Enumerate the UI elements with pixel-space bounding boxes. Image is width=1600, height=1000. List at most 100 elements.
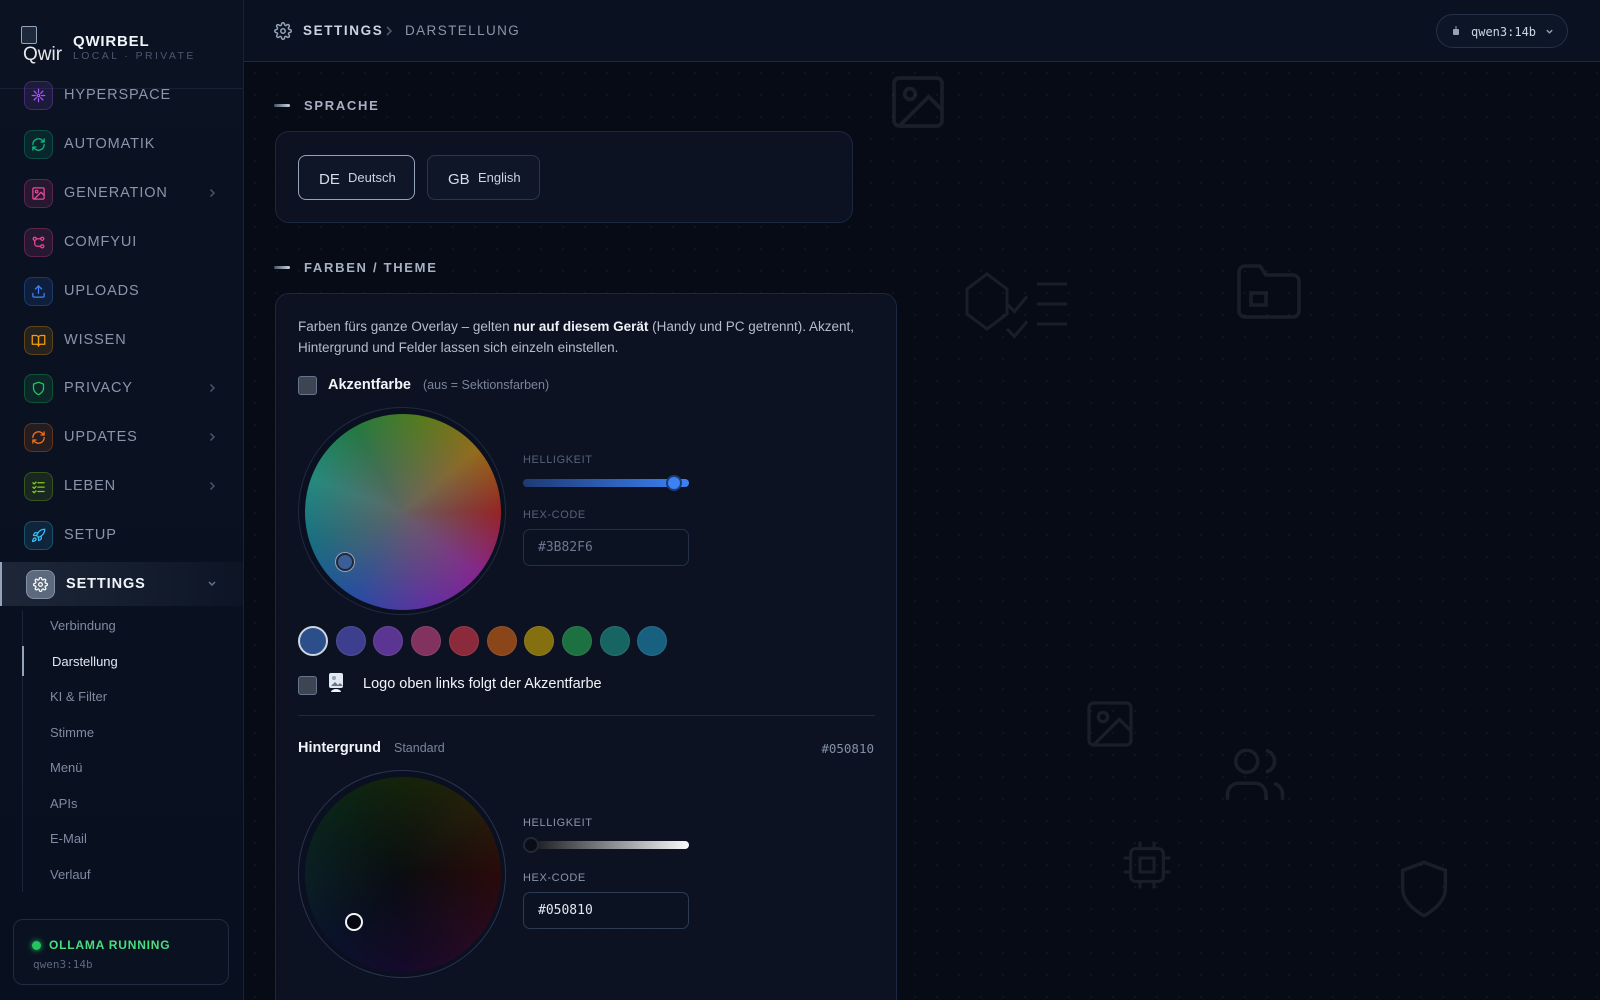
refresh-icon: [24, 129, 53, 159]
upload-icon: [24, 276, 53, 306]
accent-wheel-thumb[interactable]: [336, 553, 354, 571]
settings-subnav: Verbindung Darstellung KI & Filter Stimme Me…: [22, 610, 222, 892]
background-hint: Standard: [394, 741, 445, 755]
model-name: qwen3:14b: [1471, 25, 1537, 39]
workflow-icon: [24, 227, 53, 257]
bot-icon: [1453, 26, 1459, 35]
gear-icon: [26, 570, 55, 599]
sidebar: Qwir QWIRBEL LOCAL · PRIVATE HYPERSPACE A…: [0, 0, 244, 1000]
subnav-item-men-[interactable]: Menü: [23, 752, 223, 782]
chevron-down-icon: [208, 581, 216, 587]
sidebar-item-settings[interactable]: SETTINGS: [0, 562, 243, 606]
sidebar-item-generation[interactable]: GENERATION: [0, 171, 243, 215]
brightness-label: HELLIGKEIT: [523, 817, 593, 829]
sparkle-icon: [24, 81, 53, 110]
sidebar-item-label: LEBEN: [64, 478, 117, 495]
background-wheel-thumb[interactable]: [345, 913, 363, 931]
color-swatch[interactable]: [448, 626, 479, 656]
chevron-down-icon: [1546, 29, 1553, 34]
desc-bold: nur auf diesem Gerät: [513, 319, 649, 334]
language-card: DE Deutsch GB English: [275, 131, 853, 223]
sidebar-item-leben[interactable]: LEBEN: [0, 464, 243, 508]
subnav-item-stimme[interactable]: Stimme: [23, 717, 223, 747]
sidebar-item-wissen[interactable]: WISSEN: [0, 318, 243, 362]
color-swatch[interactable]: [561, 626, 592, 656]
sidebar-item-automatik[interactable]: AUTOMATIK: [0, 122, 243, 166]
color-swatch[interactable]: [524, 626, 555, 656]
language-label: English: [478, 170, 521, 185]
sidebar-item-label: UPLOADS: [64, 282, 140, 299]
top-bar: SETTINGS DARSTELLUNG qwen3:14b: [244, 0, 1600, 62]
accent-wheel-face: [305, 414, 501, 610]
sidebar-item-label: WISSEN: [64, 331, 127, 348]
sidebar-item-label: GENERATION: [64, 184, 168, 201]
hex-code-label: HEX-CODE: [523, 872, 586, 884]
color-swatch[interactable]: [373, 626, 404, 656]
color-swatch[interactable]: [411, 626, 442, 656]
accent-hint: (aus = Sektionsfarben): [423, 378, 550, 392]
chevron-right-icon: [386, 26, 393, 36]
accent-label: Akzentfarbe: [328, 377, 411, 393]
slider-thumb[interactable]: [666, 475, 682, 491]
sidebar-item-label: SETUP: [64, 527, 117, 544]
color-swatch[interactable]: [486, 626, 517, 656]
image-icon: [886, 70, 950, 134]
subnav-item-ki-filter[interactable]: KI & Filter: [23, 681, 223, 711]
accent-color-wheel[interactable]: [298, 407, 506, 615]
cpu-icon: [1119, 837, 1175, 893]
brightness-label: HELLIGKEIT: [523, 454, 593, 466]
sidebar-item-label: UPDATES: [64, 429, 138, 446]
sidebar-item-label: COMFYUI: [64, 233, 138, 250]
color-swatch[interactable]: [637, 626, 668, 656]
sidebar-item-label: PRIVACY: [64, 380, 133, 397]
shield-icon: [24, 374, 53, 404]
accent-brightness-slider[interactable]: [523, 475, 689, 491]
breadcrumb-settings[interactable]: SETTINGS: [303, 23, 383, 38]
language-option-english[interactable]: GB English: [427, 155, 540, 200]
breadcrumb-darstellung: DARSTELLUNG: [405, 23, 521, 38]
status-model: qwen3:14b: [33, 958, 93, 971]
background-label: Hintergrund: [298, 740, 381, 756]
rocket-icon: [24, 521, 53, 551]
sidebar-item-label: SETTINGS: [66, 576, 146, 592]
logo-follow-checkbox[interactable]: [298, 676, 317, 695]
ollama-status-card: OLLAMA RUNNING qwen3:14b: [13, 919, 229, 985]
subnav-item-darstellung[interactable]: Darstellung: [22, 645, 222, 676]
slider-thumb[interactable]: [523, 837, 539, 853]
background-color-wheel[interactable]: [298, 770, 506, 978]
chevron-right-icon: [209, 482, 216, 491]
shield-icon: [1392, 857, 1456, 921]
color-swatch[interactable]: [599, 626, 630, 656]
image-icon: [1082, 696, 1138, 752]
chevron-right-icon: [209, 384, 216, 393]
subnav-item-e-mail[interactable]: E-Mail: [23, 823, 223, 853]
language-option-deutsch[interactable]: DE Deutsch: [298, 155, 415, 200]
brand-logo-alt: Qwir: [23, 44, 63, 65]
status-dot: [32, 941, 41, 950]
background-hex-input[interactable]: #050810: [523, 892, 689, 929]
subnav-item-apis[interactable]: APIs: [23, 788, 223, 818]
sidebar-item-comfyui[interactable]: COMFYUI: [0, 220, 243, 264]
accent-checkbox[interactable]: [298, 376, 317, 395]
background-brightness-slider[interactable]: [523, 837, 689, 853]
chevron-right-icon: [209, 188, 216, 197]
brand[interactable]: Qwir QWIRBEL LOCAL · PRIVATE: [20, 26, 230, 66]
sidebar-item-setup[interactable]: SETUP: [0, 513, 243, 557]
subnav-item-verlauf[interactable]: Verlauf: [23, 859, 223, 889]
desc-text: Farben fürs ganze Overlay – gelten: [298, 319, 514, 334]
folder-icon: [1232, 257, 1306, 323]
status-title: OLLAMA RUNNING: [49, 938, 171, 952]
sidebar-item-uploads[interactable]: UPLOADS: [0, 269, 243, 313]
color-swatch[interactable]: [298, 626, 328, 656]
model-selector[interactable]: qwen3:14b: [1436, 14, 1568, 48]
sidebar-item-hyperspace[interactable]: HYPERSPACE: [0, 73, 243, 117]
hex-code-label: HEX-CODE: [523, 509, 586, 521]
checklist-icon: [962, 264, 1072, 344]
sidebar-item-privacy[interactable]: PRIVACY: [0, 366, 243, 410]
background-wheel-face: [305, 777, 501, 973]
color-swatch[interactable]: [335, 626, 366, 656]
theme-description: Farben fürs ganze Overlay – gelten nur a…: [298, 316, 873, 358]
sidebar-item-updates[interactable]: UPDATES: [0, 415, 243, 459]
accent-hex-input[interactable]: #3B82F6: [523, 529, 689, 566]
subnav-item-verbindung[interactable]: Verbindung: [23, 610, 223, 640]
